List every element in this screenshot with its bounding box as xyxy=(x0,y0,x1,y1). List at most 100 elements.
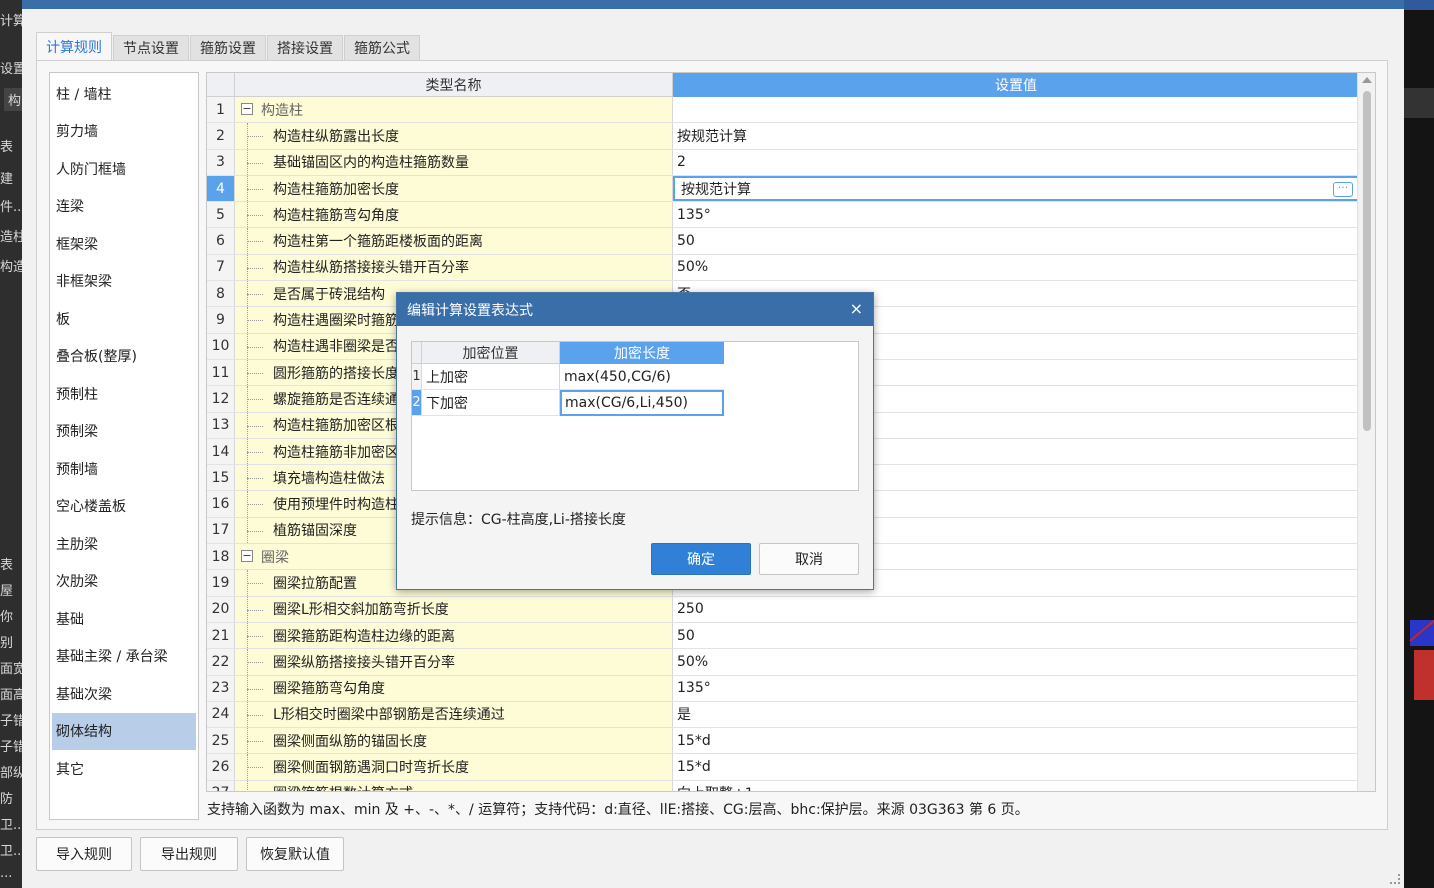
scrollbar-thumb[interactable] xyxy=(1363,91,1371,431)
close-icon[interactable]: × xyxy=(850,300,863,318)
row-setting-value[interactable]: 50% xyxy=(673,255,1359,280)
dialog-table-row[interactable]: 1 上加密 max(450,CG/6) xyxy=(412,364,858,390)
category-item[interactable]: 基础主梁 / 承台梁 xyxy=(52,638,196,676)
table-row[interactable]: 26 圈梁侧面钢筋遇洞口时弯折长度 15*d xyxy=(207,754,1359,781)
category-item[interactable]: 其它 xyxy=(52,750,196,788)
table-row[interactable]: 27 圈梁箍筋根数计算方式 向上取整+1 xyxy=(207,780,1359,791)
category-item[interactable]: 基础 xyxy=(52,600,196,638)
row-setting-value[interactable]: 15*d xyxy=(673,754,1359,779)
background-3d-shape xyxy=(1414,650,1434,700)
row-setting-value[interactable]: 是 xyxy=(673,702,1359,727)
densification-position-cell[interactable]: 上加密 xyxy=(422,364,560,390)
row-setting-value[interactable]: 向上取整+1 xyxy=(673,781,1359,791)
collapse-toggle-icon[interactable]: − xyxy=(241,550,253,563)
category-item[interactable]: 叠合板(整厚) xyxy=(52,338,196,376)
table-row[interactable]: 7 构造柱纵筋搭接接头错开百分率 50% xyxy=(207,254,1359,282)
densification-length-cell[interactable]: max(CG/6,Li,450) xyxy=(560,390,724,416)
densification-position-cell[interactable]: 下加密 xyxy=(422,390,560,416)
table-row[interactable]: 2 构造柱纵筋露出长度 按规范计算 xyxy=(207,123,1359,150)
row-setting-value[interactable]: 按规范计算 xyxy=(673,123,1359,148)
category-item[interactable]: 砌体结构 xyxy=(52,712,196,750)
grid-vertical-scrollbar[interactable] xyxy=(1357,73,1375,791)
column-header-type-name[interactable]: 类型名称 xyxy=(235,73,673,97)
row-setting-value-text: 50% xyxy=(677,653,709,670)
row-number: 25 xyxy=(207,728,235,754)
table-row[interactable]: 5 构造柱箍筋弯勾角度 135° xyxy=(207,202,1359,229)
table-row[interactable]: 3 基础锚固区内的构造柱箍筋数量 2 xyxy=(207,149,1359,176)
column-header-position[interactable]: 加密位置 xyxy=(422,342,560,364)
row-setting-value[interactable]: 135° xyxy=(673,202,1359,227)
category-item[interactable]: 连梁 xyxy=(52,188,196,226)
table-row[interactable]: 25 圈梁侧面纵筋的锚固长度 15*d xyxy=(207,728,1359,755)
dialog-table-row[interactable]: 2 下加密 max(CG/6,Li,450) xyxy=(412,390,858,416)
category-item[interactable]: 主肋梁 xyxy=(52,525,196,563)
category-item[interactable]: 剪力墙 xyxy=(52,113,196,151)
row-setting-value[interactable]: 50 xyxy=(673,623,1359,648)
table-row[interactable]: 21 圈梁箍筋距构造柱边缘的距离 50 xyxy=(207,622,1359,650)
background-label: 面高 xyxy=(0,688,22,703)
settings-tabs: 计算规则 节点设置 箍筋设置 搭接设置 箍筋公式 xyxy=(36,32,421,61)
tab-1[interactable]: 计算规则 xyxy=(36,32,112,61)
row-number: 8 xyxy=(207,281,235,307)
category-item[interactable]: 预制柱 xyxy=(52,375,196,413)
category-item[interactable]: 预制梁 xyxy=(52,413,196,451)
scroll-up-arrow-icon[interactable] xyxy=(1362,77,1372,83)
table-row[interactable]: 20 圈梁L形相交斜加筋弯折长度 250 xyxy=(207,596,1359,623)
row-setting-value[interactable]: 50 xyxy=(673,228,1359,253)
table-row[interactable]: 24 L形相交时圈梁中部钢筋是否连续通过 是 xyxy=(207,701,1359,729)
ok-button[interactable]: 确定 xyxy=(651,543,751,575)
table-row[interactable]: 1− 构造柱 xyxy=(207,97,1359,124)
row-type-name-text: 圈梁纵筋搭接接头错开百分率 xyxy=(273,654,455,671)
table-row[interactable]: 22 圈梁纵筋搭接接头错开百分率 50% xyxy=(207,649,1359,676)
row-setting-value-text: 15*d xyxy=(677,732,711,749)
tree-line xyxy=(247,662,263,664)
table-row[interactable]: 6 构造柱第一个箍筋距楼板面的距离 50 xyxy=(207,228,1359,255)
column-header-setting-value[interactable]: 设置值 xyxy=(673,73,1359,97)
tab-2[interactable]: 节点设置 xyxy=(113,35,189,61)
row-setting-value[interactable]: 135° xyxy=(673,676,1359,701)
row-setting-value[interactable]: 按规范计算 ··· xyxy=(673,175,1359,202)
row-type-name: 基础锚固区内的构造柱箍筋数量 xyxy=(235,149,673,175)
category-item[interactable]: 空心楼盖板 xyxy=(52,488,196,526)
row-setting-value-text: 是 xyxy=(677,707,691,724)
collapse-toggle-icon[interactable]: − xyxy=(241,103,253,115)
category-item[interactable]: 板 xyxy=(52,300,196,338)
category-item[interactable]: 次肋梁 xyxy=(52,563,196,601)
category-item[interactable]: 非框架梁 xyxy=(52,263,196,301)
tab-3[interactable]: 箍筋设置 xyxy=(190,35,266,61)
row-setting-value[interactable]: 15*d xyxy=(673,728,1359,753)
row-setting-value[interactable]: 2 xyxy=(673,150,1359,175)
table-row[interactable]: 4 构造柱箍筋加密长度 按规范计算 ··· xyxy=(207,175,1359,203)
densification-length-cell[interactable]: max(450,CG/6) xyxy=(560,364,724,390)
bottom-button-2[interactable]: 导出规则 xyxy=(140,837,238,871)
table-row[interactable]: 23 圈梁箍筋弯勾角度 135° xyxy=(207,675,1359,702)
row-setting-value[interactable]: 50% xyxy=(673,649,1359,674)
background-titlebar xyxy=(1404,0,1434,10)
resize-grip-icon[interactable] xyxy=(1390,874,1400,884)
tab-4[interactable]: 搭接设置 xyxy=(267,35,343,61)
category-item[interactable]: 人防门框墙 xyxy=(52,150,196,188)
row-type-name: 构造柱纵筋露出长度 xyxy=(235,123,673,149)
row-setting-value[interactable]: 250 xyxy=(673,597,1359,622)
category-item[interactable]: 基础次梁 xyxy=(52,675,196,713)
tab-5[interactable]: 箍筋公式 xyxy=(344,35,420,61)
category-item[interactable]: 柱 / 墙柱 xyxy=(52,75,196,113)
category-item[interactable]: 预制墙 xyxy=(52,450,196,488)
background-app-viewport xyxy=(1404,0,1434,888)
ellipsis-icon[interactable]: ··· xyxy=(1333,181,1353,197)
row-number: 21 xyxy=(207,622,235,649)
category-item[interactable]: 框架梁 xyxy=(52,225,196,263)
background-label: 卫... xyxy=(0,844,22,859)
row-type-name-text: 构造柱箍筋加密长度 xyxy=(273,181,399,198)
row-type-name-text: 植筋锚固深度 xyxy=(273,523,357,540)
row-type-name: 圈梁L形相交斜加筋弯折长度 xyxy=(235,596,673,622)
bottom-button-1[interactable]: 导入规则 xyxy=(36,837,132,871)
row-setting-value[interactable] xyxy=(673,97,1359,122)
row-setting-value-text: 按规范计算 xyxy=(681,181,751,198)
row-setting-value-text: 向上取整+1 xyxy=(677,783,754,791)
column-header-length[interactable]: 加密长度 xyxy=(560,342,724,364)
cancel-button[interactable]: 取消 xyxy=(759,543,859,575)
row-type-name-text: 圈梁箍筋弯勾角度 xyxy=(273,681,385,698)
bottom-button-3[interactable]: 恢复默认值 xyxy=(246,837,344,871)
row-number: 23 xyxy=(207,675,235,701)
